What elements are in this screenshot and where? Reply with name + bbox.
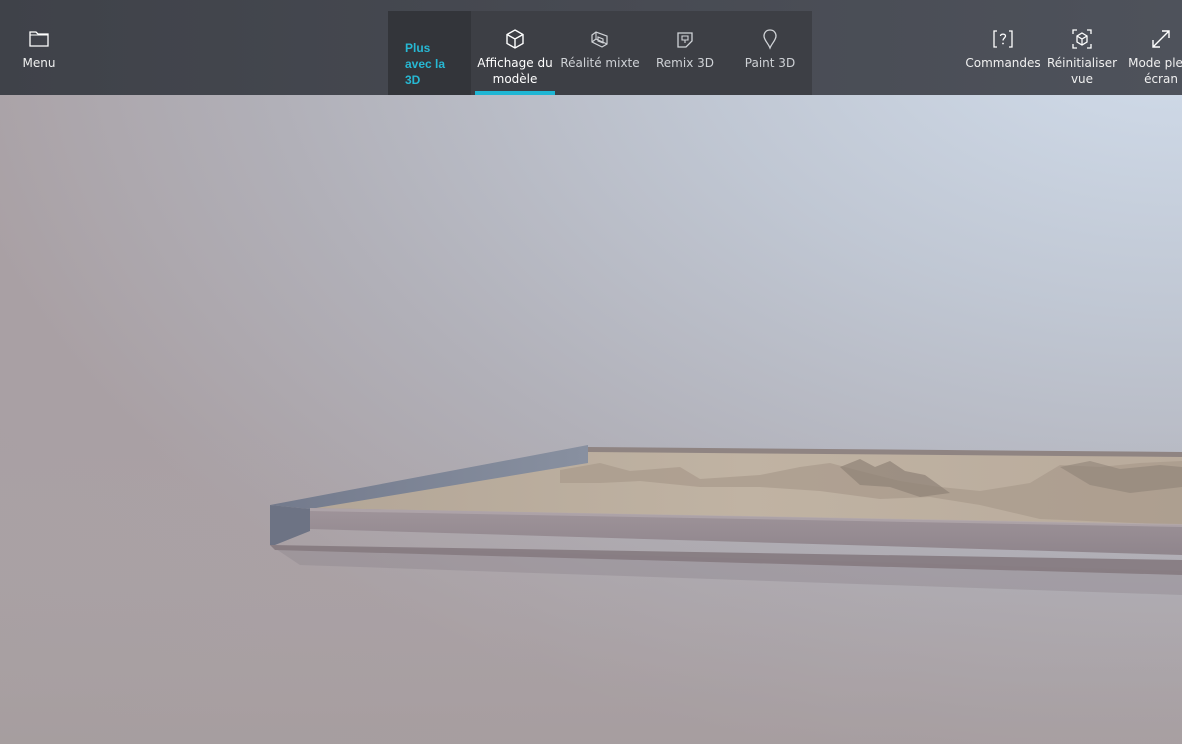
commands-button[interactable]: Commandes xyxy=(965,0,1041,95)
reset-view-button[interactable]: Réinitialiser vue xyxy=(1046,0,1118,95)
tab-remix-3d-label: Remix 3D xyxy=(656,56,714,70)
tab-mixed-reality[interactable]: Réalité mixte xyxy=(560,11,640,95)
fullscreen-label: Mode plein écran xyxy=(1128,56,1182,86)
menu-label: Menu xyxy=(22,56,56,70)
tab-mixed-reality-label: Réalité mixte xyxy=(560,56,640,70)
top-toolbar: Menu Plus avec la 3D Affichage du modèle… xyxy=(0,0,1182,95)
tab-remix-3d[interactable]: Remix 3D xyxy=(645,11,725,95)
tab-paint-3d-label: Paint 3D xyxy=(744,56,796,70)
paint-3d-icon xyxy=(763,29,777,50)
plus-3d-link[interactable]: Plus avec la 3D xyxy=(388,11,471,95)
fullscreen-button[interactable]: Mode plein écran xyxy=(1124,0,1182,95)
tab-model-view[interactable]: Affichage du modèle xyxy=(475,11,555,95)
3d-model-scene xyxy=(0,435,1182,744)
mode-tab-group: Plus avec la 3D Affichage du modèle Réal… xyxy=(388,11,812,95)
reset-view-cube-icon xyxy=(1072,29,1092,49)
3d-viewport[interactable] xyxy=(0,95,1182,744)
cube-icon xyxy=(506,29,524,49)
3d-viewer-window: Menu Plus avec la 3D Affichage du modèle… xyxy=(0,0,1182,744)
tab-model-view-label: Affichage du modèle xyxy=(477,56,553,86)
mixed-reality-icon xyxy=(591,31,608,48)
remix-3d-icon xyxy=(677,32,693,48)
reset-view-label: Réinitialiser vue xyxy=(1046,56,1118,86)
folder-icon xyxy=(29,31,49,47)
commands-label: Commandes xyxy=(965,56,1041,70)
expand-diagonal-icon xyxy=(1152,30,1170,48)
menu-button[interactable]: Menu xyxy=(10,0,68,95)
question-bracket-icon xyxy=(993,30,1013,48)
tab-paint-3d[interactable]: Paint 3D xyxy=(730,11,810,95)
